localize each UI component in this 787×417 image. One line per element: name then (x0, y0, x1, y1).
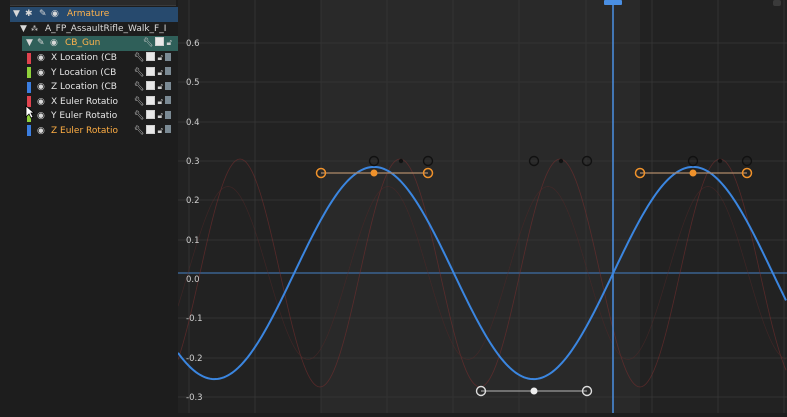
keyframe-point[interactable] (689, 169, 697, 177)
eye-icon[interactable]: ◉ (37, 124, 45, 139)
channel-action[interactable]: ▼ ⁂ A_FP_AssaultRifle_Walk_F_I (12, 22, 177, 37)
channel-color-swatch (27, 52, 31, 64)
channel-search-field[interactable] (10, 0, 176, 6)
mouse-cursor-icon (25, 105, 35, 119)
lock-icon[interactable]: 🔓︎ (157, 95, 163, 110)
channel-label: A_FP_AssaultRifle_Walk_F_I (45, 24, 167, 34)
mute-icon[interactable] (165, 81, 171, 90)
armature-icon: ✱ (25, 9, 33, 19)
channel-label: Armature (67, 9, 110, 19)
lock-icon[interactable]: 🔓︎ (157, 124, 163, 139)
wrench-icon[interactable]: 🔧︎ (143, 36, 154, 51)
y-tick-label: 0.3 (186, 157, 200, 167)
channel-color-swatch (27, 67, 31, 78)
disclosure-triangle-icon[interactable]: ▼ (13, 7, 20, 22)
channel-color-swatch (27, 125, 31, 136)
channel-fcurve[interactable]: ◉ Z Location (CB 🔧︎ 🔓︎ (12, 80, 177, 95)
channel-fcurve[interactable]: ◉ X Location (CB 🔧︎ 🔓︎ (12, 51, 177, 66)
keyframe-point[interactable] (530, 387, 538, 395)
disclosure-triangle-icon[interactable]: ▼ (26, 36, 33, 51)
mute-icon[interactable] (165, 67, 171, 75)
wrench-icon[interactable]: 🔧︎ (134, 51, 145, 66)
keyframe-dot[interactable] (398, 158, 404, 164)
channel-fcurve-selected[interactable]: ◉ Z Euler Rotatio 🔧︎ 🔓︎ (12, 124, 177, 139)
eye-icon[interactable]: ◉ (50, 36, 58, 51)
out-of-range-region-right (640, 0, 787, 413)
checkbox-icon[interactable] (146, 81, 156, 90)
wrench-icon[interactable]: 🔧︎ (134, 80, 145, 95)
action-icon: ⁂ (31, 25, 38, 33)
keyframe-point[interactable] (370, 169, 378, 177)
eye-icon[interactable]: ◉ (37, 51, 45, 66)
channel-fcurve[interactable]: ◉ Y Euler Rotatio 🔧︎ 🔓︎ (12, 109, 177, 124)
view-options-button[interactable] (773, 0, 781, 6)
mute-icon[interactable] (165, 110, 171, 119)
disclosure-triangle-icon[interactable]: ▼ (20, 22, 27, 37)
checkbox-icon[interactable] (146, 95, 156, 105)
lock-icon[interactable]: 🔓︎ (157, 80, 163, 95)
checkbox-icon[interactable] (155, 37, 165, 46)
y-tick-label: -0.3 (186, 393, 203, 403)
graph-editor[interactable]: 0.6 0.5 0.4 0.3 0.2 0.1 0.0 -0.1 -0.2 -0… (177, 0, 787, 413)
keyframe-dot[interactable] (558, 158, 564, 164)
eye-icon[interactable]: ◉ (37, 95, 45, 110)
wrench-icon[interactable]: 🔧︎ (134, 95, 145, 110)
lock-icon[interactable]: 🔓︎ (157, 109, 163, 124)
y-tick-label: 0.0 (186, 275, 200, 285)
checkbox-icon[interactable] (146, 52, 156, 61)
wrench-icon[interactable]: 🔧︎ (134, 124, 145, 139)
y-tick-label: -0.2 (186, 354, 203, 364)
keyframe-dot[interactable] (717, 158, 723, 164)
lock-icon[interactable]: 🔓︎ (157, 51, 163, 66)
channel-label: Z Euler Rotatio (51, 125, 118, 136)
mute-icon[interactable] (165, 52, 171, 61)
graph-canvas[interactable]: 0.6 0.5 0.4 0.3 0.2 0.1 0.0 -0.1 -0.2 -0… (177, 0, 787, 413)
lock-icon[interactable]: 🔓︎ (157, 66, 163, 81)
checkbox-icon[interactable] (146, 66, 156, 76)
channel-fcurve[interactable]: ◉ X Euler Rotatio 🔧︎ 🔓︎ (12, 95, 177, 110)
channel-color-swatch (27, 81, 31, 93)
channel-label: CB_Gun (65, 38, 101, 48)
channel-label: Y Euler Rotatio (51, 111, 118, 121)
wrench-icon[interactable]: 🔧︎ (134, 66, 145, 81)
channel-label: X Euler Rotatio (51, 96, 118, 107)
channel-label: X Location (CB (51, 53, 117, 63)
mute-icon[interactable] (165, 96, 171, 104)
lock-icon[interactable]: 🔓︎ (166, 36, 172, 51)
channel-label: Y Location (CB (51, 67, 117, 78)
eye-icon[interactable]: ◉ (51, 7, 59, 22)
bone-icon: ✎ (37, 38, 45, 48)
channel-fcurve[interactable]: ◉ Y Location (CB 🔧︎ 🔓︎ (12, 66, 177, 81)
current-frame-indicator[interactable] (604, 0, 622, 5)
eye-icon[interactable]: ◉ (37, 66, 45, 81)
wrench-icon[interactable]: 🔧︎ (134, 109, 145, 124)
eye-icon[interactable]: ◉ (37, 109, 45, 124)
eye-icon[interactable]: ◉ (37, 80, 45, 95)
y-tick-label: 0.5 (186, 78, 200, 88)
checkbox-icon[interactable] (146, 124, 156, 134)
channel-group-cb-gun[interactable]: ▼ ✎ ◉ CB_Gun 🔧︎ 🔓︎ (22, 36, 178, 51)
y-tick-label: 0.6 (186, 39, 200, 49)
channel-armature[interactable]: ▼ ✱ ✎ ◉ Armature (10, 7, 178, 22)
mute-icon[interactable] (165, 125, 171, 133)
pin-icon[interactable]: ✎ (39, 7, 47, 22)
y-tick-label: -0.1 (186, 314, 203, 324)
y-tick-label: 0.2 (186, 196, 200, 206)
channel-list: ▼ ✱ ✎ ◉ Armature ▼ ⁂ A_FP_AssaultRifle_W… (0, 0, 178, 413)
channel-label: Z Location (CB (51, 82, 117, 92)
checkbox-icon[interactable] (146, 110, 156, 119)
y-tick-label: 0.4 (186, 118, 200, 128)
y-tick-label: 0.1 (186, 236, 200, 246)
